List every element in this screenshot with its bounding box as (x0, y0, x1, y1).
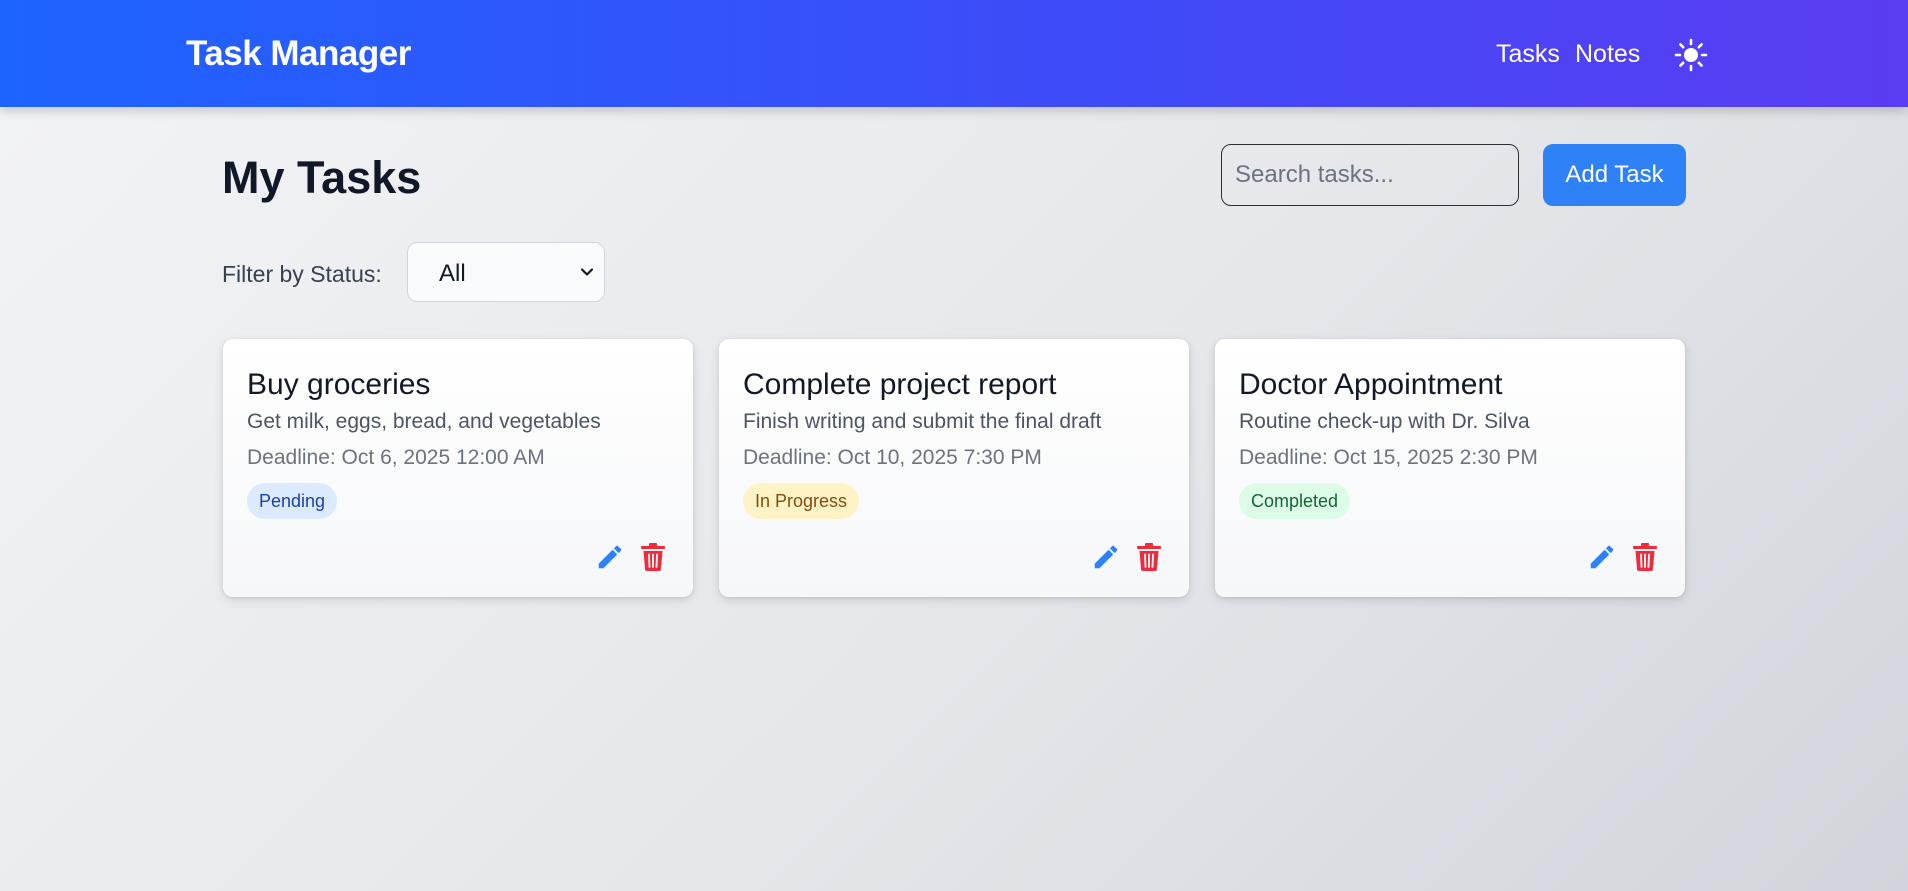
theme-toggle-button[interactable] (1674, 38, 1708, 72)
edit-task-button[interactable] (1587, 542, 1617, 572)
task-deadline: Deadline: Oct 6, 2025 12:00 AM (247, 446, 545, 469)
task-title: Doctor Appointment (1239, 368, 1503, 401)
trash-icon (1137, 543, 1161, 572)
pencil-icon (598, 545, 622, 569)
nav-link-tasks[interactable]: Tasks (1496, 40, 1560, 69)
delete-task-button[interactable] (640, 542, 666, 572)
task-description: Finish writing and submit the final draf… (743, 410, 1102, 433)
edit-task-button[interactable] (595, 542, 625, 572)
task-card: Complete project report Finish writing a… (719, 339, 1189, 597)
top-navbar: Task Manager Tasks Notes (0, 0, 1908, 107)
filter-label: Filter by Status: (222, 261, 382, 287)
nav-link-notes[interactable]: Notes (1575, 40, 1640, 69)
sun-icon (1674, 38, 1708, 72)
status-badge: Completed (1239, 483, 1351, 519)
page-title: My Tasks (222, 152, 422, 203)
status-badge: In Progress (743, 483, 860, 519)
task-deadline: Deadline: Oct 10, 2025 7:30 PM (743, 446, 1042, 469)
delete-task-button[interactable] (1632, 542, 1658, 572)
pencil-icon (1590, 545, 1614, 569)
filter-selected-value: All (439, 260, 466, 287)
status-filter-select[interactable]: All (407, 242, 605, 302)
trash-icon (1633, 543, 1657, 572)
task-title: Buy groceries (247, 368, 431, 401)
search-input[interactable] (1221, 144, 1519, 206)
task-card: Doctor Appointment Routine check-up with… (1215, 339, 1685, 597)
trash-icon (641, 543, 665, 572)
add-task-button[interactable]: Add Task (1543, 144, 1686, 206)
status-badge: Pending (247, 483, 338, 519)
task-card: Buy groceries Get milk, eggs, bread, and… (223, 339, 693, 597)
task-description: Routine check-up with Dr. Silva (1239, 410, 1530, 433)
chevron-down-icon (580, 268, 594, 276)
edit-task-button[interactable] (1091, 542, 1121, 572)
pencil-icon (1094, 545, 1118, 569)
app-brand[interactable]: Task Manager (186, 34, 411, 74)
task-title: Complete project report (743, 368, 1057, 401)
task-description: Get milk, eggs, bread, and vegetables (247, 410, 601, 433)
task-deadline: Deadline: Oct 15, 2025 2:30 PM (1239, 446, 1538, 469)
delete-task-button[interactable] (1136, 542, 1162, 572)
